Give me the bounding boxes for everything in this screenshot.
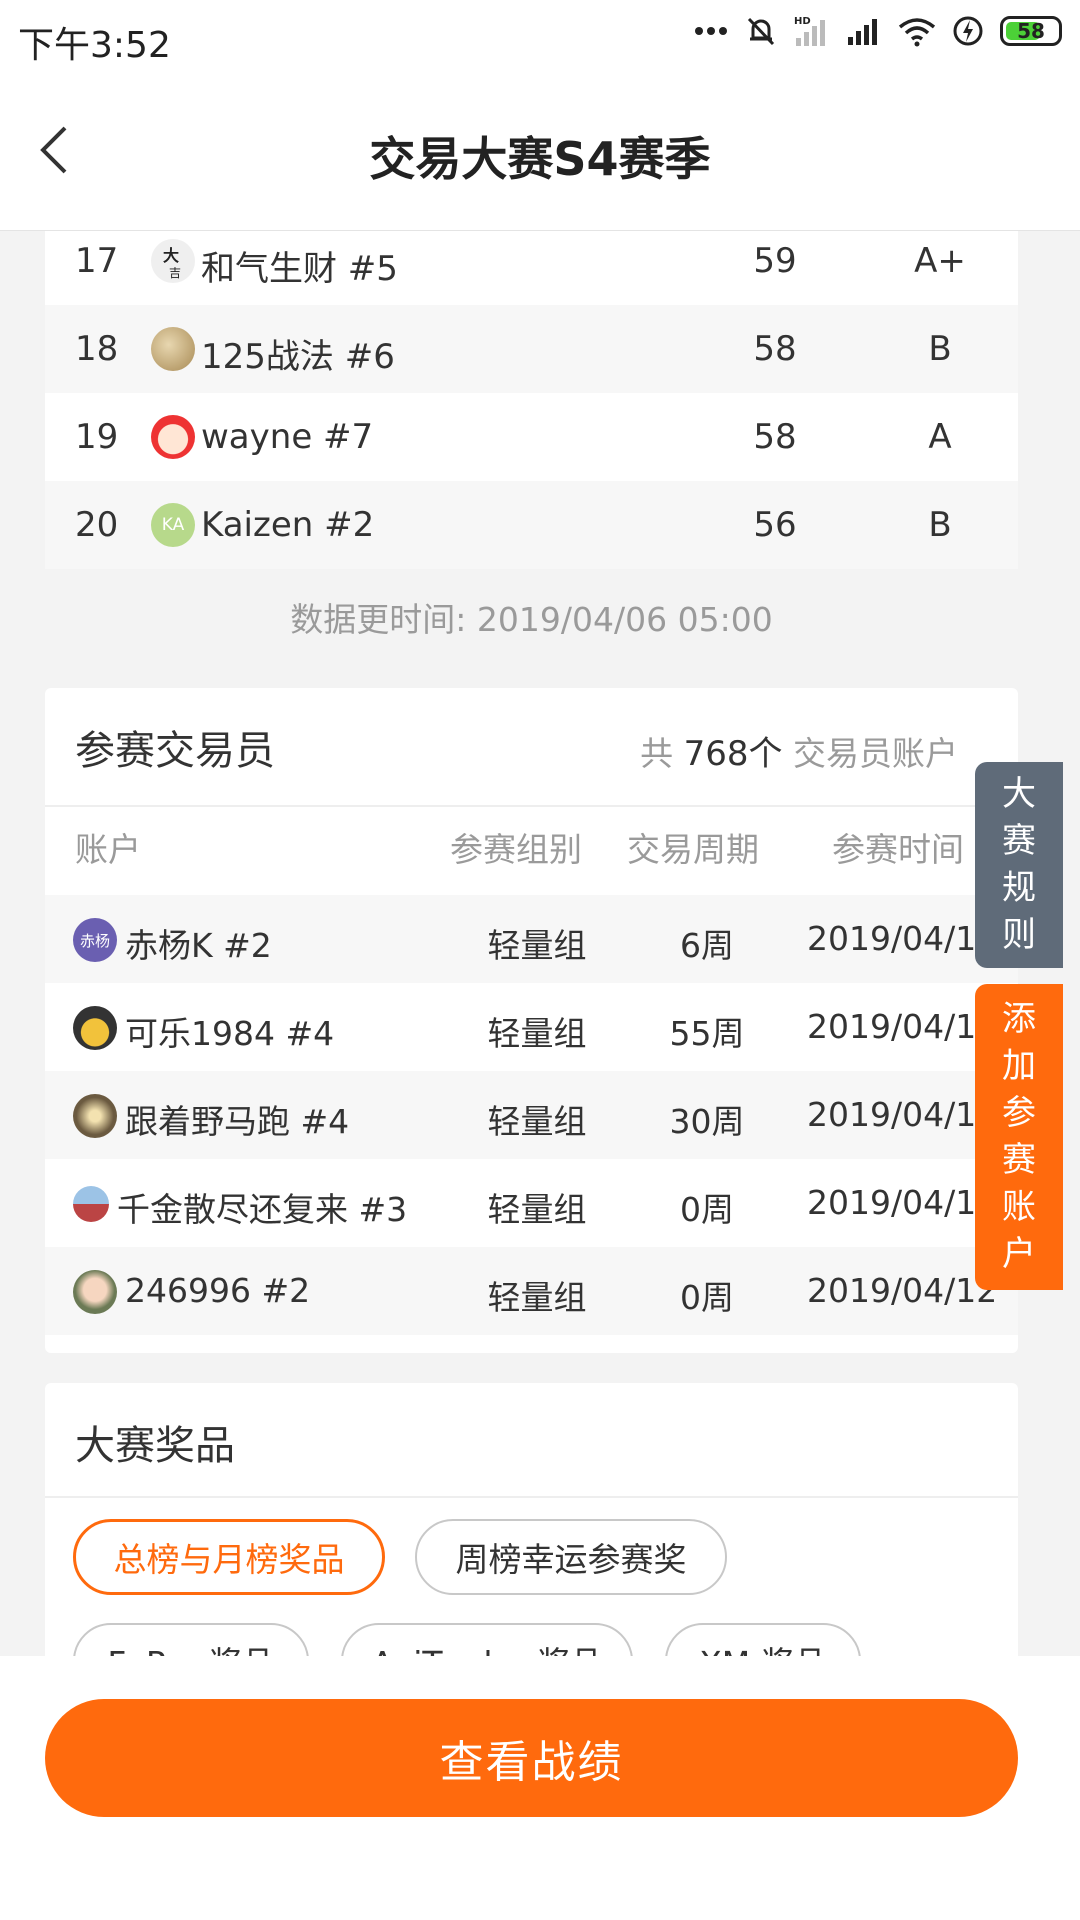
join-date: 2019/04/12 [807, 919, 998, 958]
join-date: 2019/04/12 [807, 1007, 998, 1046]
page-title: 交易大赛S4赛季 [369, 132, 711, 186]
join-date: 2019/04/12 [807, 1095, 998, 1134]
header-account: 账户 [75, 830, 141, 869]
tab-weekly-lucky-prize[interactable]: 周榜幸运参赛奖 [415, 1519, 727, 1595]
traders-title: 参赛交易员 [75, 728, 275, 774]
rank-row[interactable]: 20 KA Kaizen #2 56 B [45, 481, 1018, 569]
update-time: 数据更时间: 2019/04/06 05:00 [290, 600, 773, 639]
trader-name: 246996 #2 [125, 1271, 311, 1310]
score: 59 [753, 241, 797, 281]
svg-text:大: 大 [163, 246, 179, 265]
trader-name: 和气生财 #5 [201, 249, 398, 289]
avatar [151, 327, 195, 371]
grade: A [928, 417, 952, 457]
group: 轻量组 [487, 926, 587, 965]
avatar: KA [151, 503, 195, 547]
grade: A+ [914, 241, 966, 281]
avatar [73, 1094, 117, 1138]
trader-row[interactable]: 跟着野马跑 #4 轻量组 30周 2019/04/12 [45, 1071, 1018, 1159]
tab-overall-monthly-prizes[interactable]: 总榜与月榜奖品 [73, 1519, 385, 1595]
period: 30周 [669, 1102, 745, 1141]
svg-text:吉: 吉 [169, 266, 181, 280]
group: 轻量组 [487, 1190, 587, 1229]
period: 6周 [680, 926, 734, 965]
wifi-icon [898, 15, 936, 47]
count-prefix: 共 [640, 734, 674, 773]
rank-number: 17 [75, 241, 119, 281]
trader-row[interactable]: 246996 #2 轻量组 0周 2019/04/12 [45, 1247, 1018, 1335]
tab-xm-prizes[interactable]: XM 奖品 [665, 1623, 861, 1656]
header-group: 参赛组别 [450, 830, 582, 869]
rank-row[interactable]: 18 125战法 #6 58 B [45, 305, 1018, 393]
trader-row[interactable]: 赤杨 赤杨K #2 轻量组 6周 2019/04/12 [45, 895, 1018, 983]
tab-axitrader-prizes[interactable]: AxiTrader 奖品 [341, 1623, 633, 1656]
score: 58 [753, 417, 797, 457]
avatar: 赤杨 [73, 918, 117, 962]
period: 0周 [680, 1278, 734, 1317]
period: 55周 [669, 1014, 745, 1053]
join-date: 2019/04/12 [807, 1183, 998, 1222]
charging-icon [952, 15, 984, 47]
bottom-bar: 查看战绩 [0, 1656, 1080, 1920]
status-icons: HD 58 [694, 14, 1062, 48]
grade: B [928, 505, 952, 545]
group: 轻量组 [487, 1278, 587, 1317]
count-value: 768个 [683, 734, 783, 774]
rules-label: 大赛规则 [1002, 774, 1036, 955]
grade: B [928, 329, 952, 369]
rank-row[interactable]: 17 大吉 和气生财 #5 59 A+ [45, 231, 1018, 305]
trader-name: 跟着野马跑 #4 [125, 1102, 350, 1141]
more-dots-icon [694, 26, 728, 36]
scrollbar [1063, 231, 1080, 1656]
battery-icon: 58 [1000, 16, 1062, 46]
score: 56 [753, 505, 797, 545]
prizes-card: 大赛奖品 总榜与月榜奖品 周榜幸运参赛奖 FxPro 奖品 AxiTrader … [45, 1383, 1018, 1656]
avatar: 大吉 [151, 239, 195, 283]
avatar [151, 415, 195, 459]
avatar [73, 1270, 117, 1314]
trader-name: Kaizen #2 [201, 505, 375, 545]
group: 轻量组 [487, 1102, 587, 1141]
period: 0周 [680, 1190, 734, 1229]
hd-signal-icon: HD [794, 14, 830, 48]
count-suffix: 交易员账户 [793, 734, 958, 773]
trader-name: 赤杨K #2 [125, 926, 272, 965]
ranking-card: 17 大吉 和气生财 #5 59 A+ 18 125战法 #6 58 B 19 … [45, 231, 1018, 569]
signal-icon [846, 15, 882, 47]
rank-number: 20 [75, 505, 119, 545]
view-performance-button[interactable]: 查看战绩 [45, 1699, 1018, 1817]
avatar [73, 1006, 117, 1050]
header-time: 参赛时间 [832, 830, 964, 869]
traders-card: 参赛交易员 共 768个 交易员账户 账户 参赛组别 交易周期 参赛时间 赤杨 … [45, 688, 1018, 1353]
group: 轻量组 [487, 1014, 587, 1053]
svg-text:HD: HD [794, 16, 811, 27]
header-period: 交易周期 [627, 830, 759, 869]
trader-name: 可乐1984 #4 [125, 1014, 335, 1053]
trader-row[interactable]: 可乐1984 #4 轻量组 55周 2019/04/12 [45, 983, 1018, 1071]
mute-bell-icon [744, 14, 778, 48]
rank-number: 19 [75, 417, 119, 457]
add-account-button[interactable]: 添加参赛账户 [975, 984, 1063, 1290]
join-date: 2019/04/12 [807, 1271, 998, 1310]
status-time: 下午3:52 [18, 25, 171, 66]
trader-name: wayne #7 [201, 417, 374, 457]
tab-fxpro-prizes[interactable]: FxPro 奖品 [73, 1623, 309, 1656]
divider [45, 1496, 1018, 1498]
avatar [73, 1186, 109, 1222]
trader-row[interactable]: 千金散尽还复来 #3 轻量组 0周 2019/04/12 [45, 1159, 1018, 1247]
rules-button[interactable]: 大赛规则 [975, 762, 1063, 968]
divider [45, 805, 1018, 807]
scroll-content[interactable]: 17 大吉 和气生财 #5 59 A+ 18 125战法 #6 58 B 19 … [0, 231, 1063, 1656]
prizes-title: 大赛奖品 [75, 1423, 235, 1469]
trader-name: 125战法 #6 [201, 337, 395, 377]
score: 58 [753, 329, 797, 369]
rank-number: 18 [75, 329, 119, 369]
rank-row[interactable]: 19 wayne #7 58 A [45, 393, 1018, 481]
trader-count: 共 768个 交易员账户 [640, 726, 958, 775]
trader-name: 千金散尽还复来 #3 [117, 1190, 408, 1229]
battery-level: 58 [1017, 19, 1045, 43]
app-header: 交易大赛S4赛季 [0, 75, 1080, 231]
status-bar: 下午3:52 HD 58 [0, 0, 1080, 75]
add-account-label: 添加参赛账户 [1002, 999, 1036, 1274]
